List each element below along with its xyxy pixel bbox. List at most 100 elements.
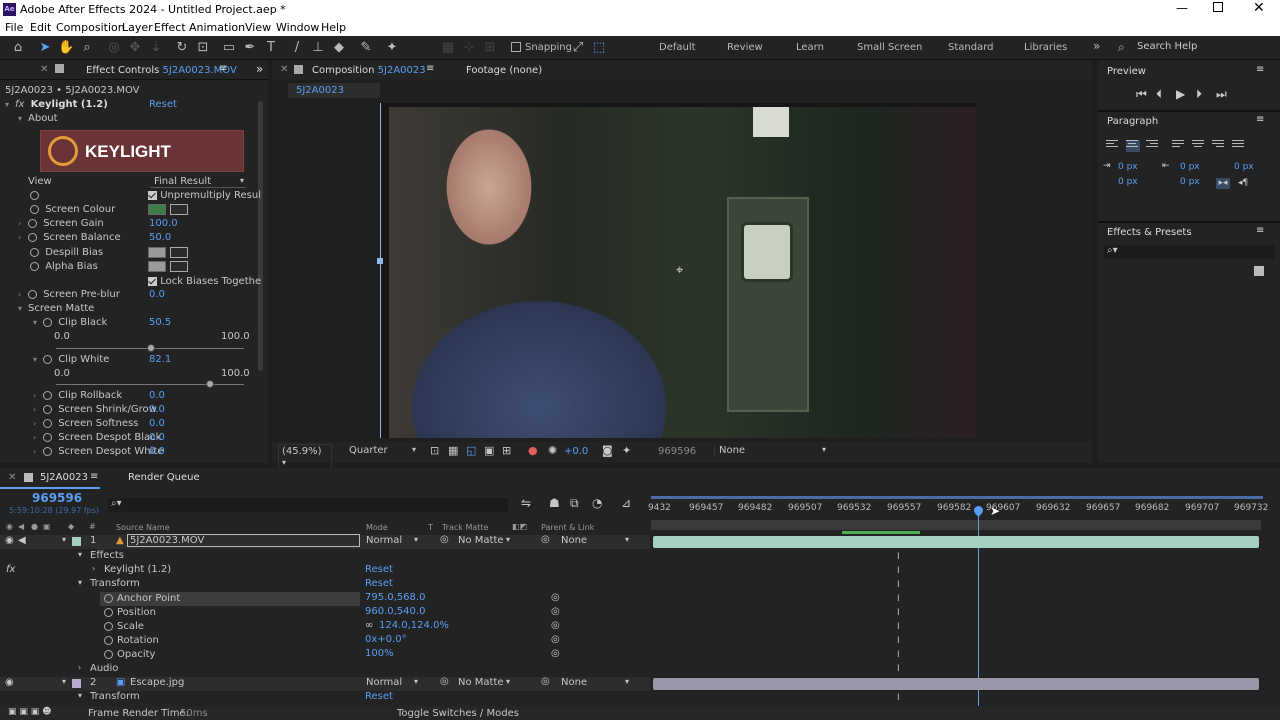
justify-left-icon[interactable] bbox=[1172, 140, 1186, 152]
video-eye-icon[interactable]: ◉ bbox=[5, 535, 14, 546]
justify-all-icon[interactable] bbox=[1232, 140, 1246, 152]
close-icon[interactable]: ✕ bbox=[1253, 0, 1265, 16]
transform2-group[interactable]: Transform bbox=[90, 691, 140, 702]
motion-blur-icon[interactable]: ◔ bbox=[592, 496, 602, 510]
screen-colour-swatch[interactable] bbox=[148, 204, 166, 215]
space-after-value[interactable]: 0 px bbox=[1180, 177, 1200, 187]
parent-header[interactable]: Parent & Link bbox=[541, 523, 594, 532]
effects-presets-menu-icon[interactable]: ≡ bbox=[1256, 225, 1264, 236]
frame-blending-icon[interactable]: ⧉ bbox=[570, 496, 579, 511]
footage-tab[interactable]: Footage (none) bbox=[466, 65, 542, 76]
ltr-direction-icon[interactable]: ▸◂ bbox=[1216, 178, 1230, 189]
keylight-effect-row[interactable]: Keylight (1.2) bbox=[104, 564, 171, 575]
align-left-icon[interactable] bbox=[1106, 140, 1120, 152]
stopwatch-icon[interactable] bbox=[43, 418, 52, 428]
render-queue-tab[interactable]: Render Queue bbox=[128, 472, 200, 483]
screen-gain-value[interactable]: 100.0 bbox=[149, 218, 178, 229]
paragraph-menu-icon[interactable]: ≡ bbox=[1256, 114, 1264, 125]
effect-reset-link[interactable]: Reset bbox=[149, 99, 177, 110]
menu-edit[interactable]: Edit bbox=[30, 21, 51, 34]
fx-switch-icon[interactable]: fx bbox=[6, 564, 15, 575]
timeline-menu-icon[interactable]: ≡ bbox=[90, 471, 98, 482]
layer1-duration-bar[interactable] bbox=[653, 536, 1259, 548]
source-name-header[interactable]: Source Name bbox=[116, 523, 170, 532]
indent-first-value[interactable]: 0 px bbox=[1234, 162, 1254, 172]
view-option-dropdown[interactable]: None ▾ bbox=[714, 445, 826, 456]
label-color-swatch[interactable] bbox=[72, 537, 81, 546]
menu-window[interactable]: Window bbox=[276, 21, 319, 34]
composition-tab[interactable]: Composition 5J2A0023 bbox=[312, 65, 426, 76]
menu-layer[interactable]: Layer bbox=[122, 21, 153, 34]
stopwatch-icon[interactable] bbox=[104, 636, 113, 645]
eraser-tool-icon[interactable]: ◆ bbox=[331, 40, 347, 56]
close-tab-icon[interactable]: ✕ bbox=[40, 64, 48, 75]
menu-effect[interactable]: Effect bbox=[154, 21, 186, 34]
timeline-tab[interactable]: 5J2A0023 bbox=[40, 472, 88, 483]
world-axis-icon[interactable]: ⊞ bbox=[482, 40, 498, 56]
selection-tool-icon[interactable]: ➤ bbox=[37, 40, 53, 56]
stopwatch-icon[interactable] bbox=[28, 289, 37, 299]
anchor-point-value[interactable]: 795.0,568.0 bbox=[365, 592, 425, 603]
home-icon[interactable]: ⌂ bbox=[10, 40, 26, 56]
expression-pickwhip-icon[interactable]: ◎ bbox=[551, 620, 560, 631]
workspace-review[interactable]: Review bbox=[727, 42, 763, 53]
position-value[interactable]: 960.0,540.0 bbox=[365, 606, 425, 617]
guides-icon[interactable]: ▣ bbox=[484, 444, 494, 457]
matte-link-icon[interactable]: ◎ bbox=[440, 534, 449, 545]
alpha-bias-swatch[interactable] bbox=[148, 261, 166, 272]
justify-right-icon[interactable] bbox=[1212, 140, 1226, 152]
stopwatch-icon[interactable] bbox=[104, 608, 113, 617]
zoom-tool-icon[interactable]: ⌕ bbox=[79, 40, 95, 56]
work-area-bar[interactable] bbox=[651, 496, 1263, 499]
previous-frame-icon[interactable]: ⏴ bbox=[1156, 87, 1162, 102]
menu-view[interactable]: View bbox=[245, 21, 271, 34]
justify-center-icon[interactable] bbox=[1192, 140, 1206, 152]
align-icon[interactable]: ▦ bbox=[440, 40, 456, 56]
preview-menu-icon[interactable]: ≡ bbox=[1256, 64, 1264, 75]
snapshot-camera-icon[interactable]: ◙ bbox=[602, 444, 613, 457]
workspace-overflow-icon[interactable]: » bbox=[1093, 39, 1100, 53]
screen-despot-black-value[interactable]: 0.0 bbox=[149, 432, 165, 443]
minimize-icon[interactable]: — bbox=[1176, 1, 1188, 15]
close-tab-icon[interactable]: ✕ bbox=[280, 64, 288, 75]
keylight-reset[interactable]: Reset bbox=[365, 564, 393, 575]
eyedropper-icon[interactable] bbox=[170, 261, 188, 272]
track-matte-dropdown[interactable]: No Matte ▾ bbox=[458, 535, 510, 546]
zoom-dropdown[interactable]: (45.9%) ▾ bbox=[278, 444, 332, 470]
panel-menu-icon[interactable]: ≡ bbox=[219, 63, 227, 74]
clip-black-value[interactable]: 50.5 bbox=[149, 317, 171, 328]
region-of-interest-icon[interactable]: ⊡ bbox=[430, 444, 439, 457]
time-ruler[interactable]: 9432 969457 969482 969507 969532 969557 … bbox=[648, 503, 1268, 517]
mode-dropdown[interactable]: Normal ▾ bbox=[366, 677, 418, 688]
orbit-tool-icon[interactable]: ◎ bbox=[106, 40, 122, 56]
stopwatch-icon[interactable] bbox=[30, 190, 39, 200]
keyframe-marker[interactable]: I bbox=[897, 694, 903, 703]
constrain-proportions-icon[interactable]: ∞ bbox=[365, 620, 373, 631]
stopwatch-icon[interactable] bbox=[43, 390, 52, 400]
stopwatch-icon[interactable] bbox=[104, 594, 113, 603]
align-right-icon[interactable] bbox=[1146, 140, 1160, 152]
layer-handle[interactable] bbox=[377, 258, 383, 264]
stopwatch-icon[interactable] bbox=[28, 218, 37, 228]
rtl-direction-icon[interactable]: ◂¶ bbox=[1238, 178, 1248, 188]
indent-right-value[interactable]: 0 px bbox=[1180, 162, 1200, 172]
parent-dropdown[interactable]: None ▾ bbox=[561, 677, 629, 688]
play-icon[interactable]: ▶ bbox=[1176, 87, 1185, 101]
clip-white-slider-knob[interactable] bbox=[206, 380, 215, 388]
layer-row[interactable]: ◉ ◀ ▾ 1 ▲ 5J2A0023.MOV Normal ▾ ◎ No Matt… bbox=[0, 534, 650, 549]
snap-grid-icon[interactable]: ⬚ bbox=[591, 40, 607, 56]
label-color-swatch[interactable] bbox=[72, 679, 81, 688]
stopwatch-icon[interactable] bbox=[104, 622, 113, 631]
timeline-search-input[interactable]: ⌕▾ bbox=[108, 498, 508, 512]
keyframe-marker[interactable]: I bbox=[897, 595, 903, 604]
workspace-learn[interactable]: Learn bbox=[796, 42, 824, 53]
stopwatch-icon[interactable] bbox=[43, 354, 52, 364]
track-matte-dropdown[interactable]: No Matte ▾ bbox=[458, 677, 510, 688]
stopwatch-icon[interactable] bbox=[28, 232, 37, 242]
current-time-display[interactable]: 969596 bbox=[32, 491, 82, 505]
stopwatch-icon[interactable] bbox=[30, 204, 39, 214]
viewer-timecode[interactable]: 969596 bbox=[658, 446, 696, 457]
transform-reset[interactable]: Reset bbox=[365, 578, 393, 589]
clip-white-slider-track[interactable] bbox=[56, 384, 244, 385]
new-preset-icon[interactable] bbox=[1254, 266, 1264, 276]
